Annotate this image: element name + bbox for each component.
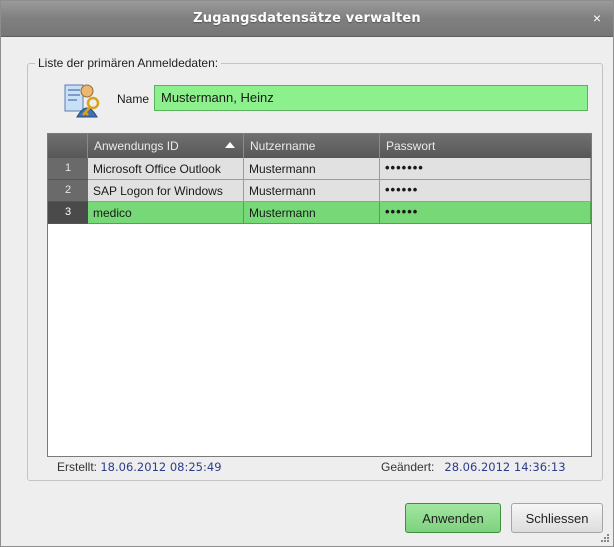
keys-user-icon (64, 84, 100, 118)
cell-app-id[interactable]: medico (88, 202, 244, 224)
cell-user[interactable]: Mustermann (244, 202, 380, 224)
cell-user[interactable]: Mustermann (244, 180, 380, 202)
table-row-selected[interactable]: 3 medico Mustermann •••••• (48, 202, 591, 224)
name-label: Name (117, 92, 150, 106)
cell-password[interactable]: •••••• (380, 202, 591, 224)
row-number: 3 (48, 202, 88, 224)
cell-app-id[interactable]: Microsoft Office Outlook (88, 158, 244, 180)
cell-password[interactable]: •••••• (380, 180, 591, 202)
window-title: Zugangsdatensätze verwalten (193, 11, 421, 26)
row-header-corner (48, 134, 88, 158)
created-value: 18.06.2012 08:25:49 (100, 460, 222, 474)
close-button[interactable]: Schliessen (511, 503, 603, 533)
title-bar[interactable]: Zugangsdatensätze verwalten × (1, 1, 613, 37)
column-header-label: Anwendungs ID (94, 139, 179, 153)
column-header-user[interactable]: Nutzername (244, 134, 380, 158)
apply-button[interactable]: Anwenden (405, 503, 501, 533)
row-number: 1 (48, 158, 88, 180)
group-legend: Liste der primären Anmeldedaten: (35, 56, 222, 70)
name-field[interactable]: Mustermann, Heinz (154, 85, 588, 111)
sort-ascending-icon (225, 142, 235, 148)
created-info: Erstellt: 18.06.2012 08:25:49 (57, 460, 222, 474)
cell-user[interactable]: Mustermann (244, 158, 380, 180)
credentials-table[interactable]: Anwendungs ID Nutzername Passwort 1 Micr… (47, 133, 592, 457)
column-header-password[interactable]: Passwort (380, 134, 591, 158)
changed-label: Geändert: (381, 460, 435, 474)
dialog-window: Zugangsdatensätze verwalten × Liste der … (0, 0, 614, 547)
changed-info: Geändert: 28.06.2012 14:36:13 (381, 460, 566, 474)
row-number: 2 (48, 180, 88, 202)
table-row[interactable]: 1 Microsoft Office Outlook Mustermann ••… (48, 158, 591, 180)
resize-grip-icon[interactable] (600, 533, 610, 543)
column-header-app-id[interactable]: Anwendungs ID (88, 134, 244, 158)
table-header: Anwendungs ID Nutzername Passwort (48, 134, 591, 158)
cell-password[interactable]: ••••••• (380, 158, 591, 180)
created-label: Erstellt: (57, 460, 98, 474)
cell-app-id[interactable]: SAP Logon for Windows (88, 180, 244, 202)
close-icon[interactable]: × (589, 10, 605, 26)
table-row[interactable]: 2 SAP Logon for Windows Mustermann •••••… (48, 180, 591, 202)
changed-value: 28.06.2012 14:36:13 (444, 460, 566, 474)
